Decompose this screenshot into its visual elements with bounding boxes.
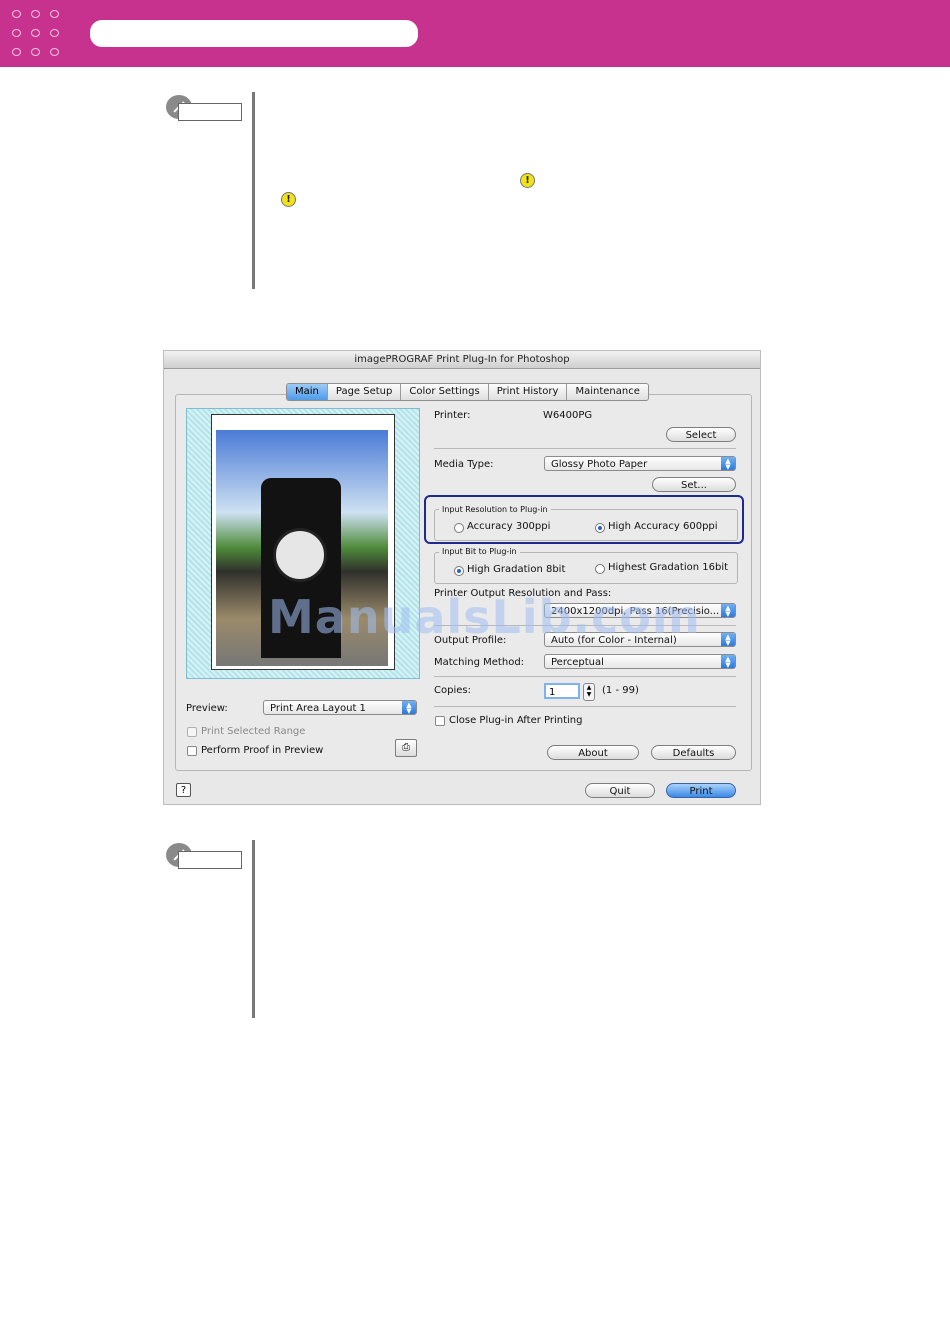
gradation-8bit-radio[interactable] [454, 566, 464, 576]
printer-label: Printer: [434, 410, 471, 421]
popup-arrows-icon: ▲ ▼ [721, 655, 735, 668]
note-label-box [178, 851, 242, 869]
about-button[interactable]: About [547, 745, 639, 760]
decor-dot [50, 10, 59, 18]
matching-method-value: Perceptual [551, 657, 604, 668]
media-type-select[interactable]: Glossy Photo Paper ▲ ▼ [544, 456, 736, 471]
warning-icon: ! [281, 192, 296, 207]
tab-page-setup[interactable]: Page Setup [328, 384, 402, 400]
decor-dot [31, 10, 40, 18]
gradation-16bit-radio[interactable] [595, 564, 605, 574]
tab-main[interactable]: Main [287, 384, 328, 400]
print-selected-range-checkbox[interactable] [187, 727, 197, 737]
dialog-title: imagePROGRAF Print Plug-In for Photoshop [164, 351, 760, 369]
gradation-8bit-label: High Gradation 8bit [467, 564, 566, 575]
preview-label: Preview: [186, 703, 228, 714]
perform-proof-label: Perform Proof in Preview [201, 745, 324, 756]
media-type-value: Glossy Photo Paper [551, 459, 648, 470]
decor-dot [12, 48, 21, 56]
quit-button[interactable]: Quit [585, 783, 655, 798]
watermark-text: ManualsLib.com [268, 590, 701, 644]
close-after-print-checkbox[interactable] [435, 716, 445, 726]
print-button[interactable]: Print [666, 783, 736, 798]
popup-arrows-icon: ▲ ▼ [721, 604, 735, 617]
plugin-dialog: imagePROGRAF Print Plug-In for Photoshop… [163, 350, 761, 805]
tab-maintenance[interactable]: Maintenance [567, 384, 647, 400]
note-divider [252, 92, 255, 289]
highlight-frame [424, 495, 744, 544]
note-divider [252, 840, 255, 1018]
popup-arrows-icon: ▲ ▼ [721, 457, 735, 470]
copies-range: (1 - 99) [602, 685, 639, 696]
copies-label: Copies: [434, 685, 471, 696]
copies-stepper[interactable]: ▲ ▼ [583, 683, 595, 701]
matching-method-select[interactable]: Perceptual ▲ ▼ [544, 654, 736, 669]
help-button[interactable]: ? [176, 783, 191, 797]
decor-dot [31, 48, 40, 56]
select-button[interactable]: Select [666, 427, 736, 442]
tab-print-history[interactable]: Print History [489, 384, 568, 400]
close-after-print-label: Close Plug-in After Printing [449, 715, 583, 726]
separator [434, 676, 736, 677]
decor-dot [12, 10, 21, 18]
popup-arrows-icon: ▲ ▼ [721, 633, 735, 646]
header-banner [0, 0, 950, 67]
popup-arrows-icon: ▲ ▼ [402, 701, 416, 714]
decor-dot [31, 29, 40, 37]
help-icon: ? [180, 785, 187, 796]
warning-icon: ! [520, 173, 535, 188]
tab-color-settings[interactable]: Color Settings [401, 384, 489, 400]
matching-method-label: Matching Method: [434, 657, 525, 668]
decor-dot [50, 29, 59, 37]
tab-bar: Main Page Setup Color Settings Print His… [286, 383, 649, 401]
decor-dot [50, 48, 59, 56]
preview-select-value: Print Area Layout 1 [270, 703, 366, 714]
separator [434, 448, 736, 449]
print-selected-range-label: Print Selected Range [201, 726, 306, 737]
perform-proof-checkbox[interactable] [187, 746, 197, 756]
locomotive-front [273, 528, 327, 582]
gradation-16bit-label: Highest Gradation 16bit [608, 562, 729, 573]
separator [434, 706, 736, 707]
preview-select[interactable]: Print Area Layout 1 ▲ ▼ [263, 700, 417, 715]
printer-value: W6400PG [543, 410, 593, 421]
decor-dot [12, 29, 21, 37]
media-type-label: Media Type: [434, 459, 494, 470]
header-title-pill [90, 20, 418, 47]
defaults-button[interactable]: Defaults [651, 745, 736, 760]
proof-preview-button[interactable]: ⎙ [395, 739, 417, 757]
copies-input[interactable]: 1 [544, 683, 580, 699]
set-button[interactable]: Set... [652, 477, 736, 492]
input-bit-title: Input Bit to Plug-in [439, 547, 520, 556]
note-label-box [178, 103, 242, 121]
